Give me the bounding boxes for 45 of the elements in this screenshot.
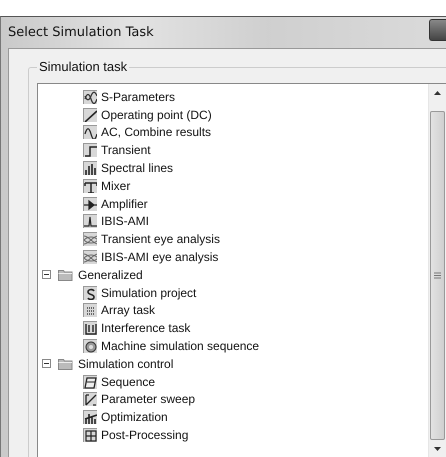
window-button[interactable] bbox=[429, 19, 446, 41]
bar-chart-icon bbox=[83, 161, 97, 176]
slope-line-icon bbox=[83, 108, 97, 122]
tree-item[interactable]: Transient bbox=[101, 143, 151, 158]
step-icon bbox=[83, 143, 97, 158]
tree-item[interactable]: S-Parameters bbox=[101, 90, 176, 104]
bracket-icon bbox=[83, 321, 97, 336]
tree-item[interactable]: Transient eye analysis bbox=[101, 232, 220, 246]
tree-item[interactable]: IBIS-AMI eye analysis bbox=[101, 250, 218, 264]
eye-diagram-icon bbox=[83, 250, 97, 264]
scrollbar[interactable] bbox=[428, 84, 446, 457]
tree-item[interactable]: Spectral lines bbox=[101, 161, 174, 176]
tree-item[interactable]: Parameter sweep bbox=[101, 392, 196, 406]
tree-folder-label[interactable]: Simulation control bbox=[78, 356, 174, 371]
tree-item[interactable]: IBIS-AMI bbox=[101, 214, 150, 228]
tree-item[interactable]: Sequence bbox=[101, 374, 156, 389]
window-title: Select Simulation Task bbox=[8, 25, 154, 40]
grid-icon bbox=[83, 428, 97, 442]
grip-icon bbox=[434, 272, 441, 279]
down-arrow-icon bbox=[434, 446, 441, 450]
up-arrow-icon bbox=[434, 90, 441, 94]
dot-grid-icon bbox=[83, 303, 97, 318]
eye-diagram-icon bbox=[83, 232, 97, 246]
tree-item[interactable]: Operating point (DC) bbox=[101, 108, 212, 122]
sweep-icon bbox=[83, 392, 97, 406]
tree-item[interactable]: Mixer bbox=[101, 178, 130, 193]
folder-icon bbox=[58, 268, 73, 281]
amplifier-icon bbox=[83, 196, 97, 211]
curve-icon bbox=[83, 90, 97, 104]
tree-item[interactable]: Array task bbox=[101, 303, 156, 318]
group-title: Simulation task bbox=[37, 59, 130, 74]
folder-icon bbox=[58, 358, 73, 370]
tree-folder-label[interactable]: Generalized bbox=[78, 268, 143, 282]
scroll-thumb[interactable] bbox=[430, 111, 445, 440]
tree-item[interactable]: Amplifier bbox=[101, 196, 148, 211]
tree-item[interactable]: Machine simulation sequence bbox=[101, 339, 260, 354]
tree-item[interactable]: Interference task bbox=[101, 321, 190, 336]
tree-item[interactable]: Simulation project bbox=[101, 286, 196, 300]
collapse-icon[interactable] bbox=[42, 270, 51, 280]
collapse-icon[interactable] bbox=[42, 359, 51, 368]
tree-item[interactable]: Post-Processing bbox=[101, 428, 188, 442]
tree-item[interactable]: Optimization bbox=[101, 410, 168, 424]
pulse-icon bbox=[83, 214, 97, 228]
tree-item[interactable]: AC, Combine results bbox=[101, 125, 212, 140]
sine-wave-icon bbox=[83, 125, 97, 140]
